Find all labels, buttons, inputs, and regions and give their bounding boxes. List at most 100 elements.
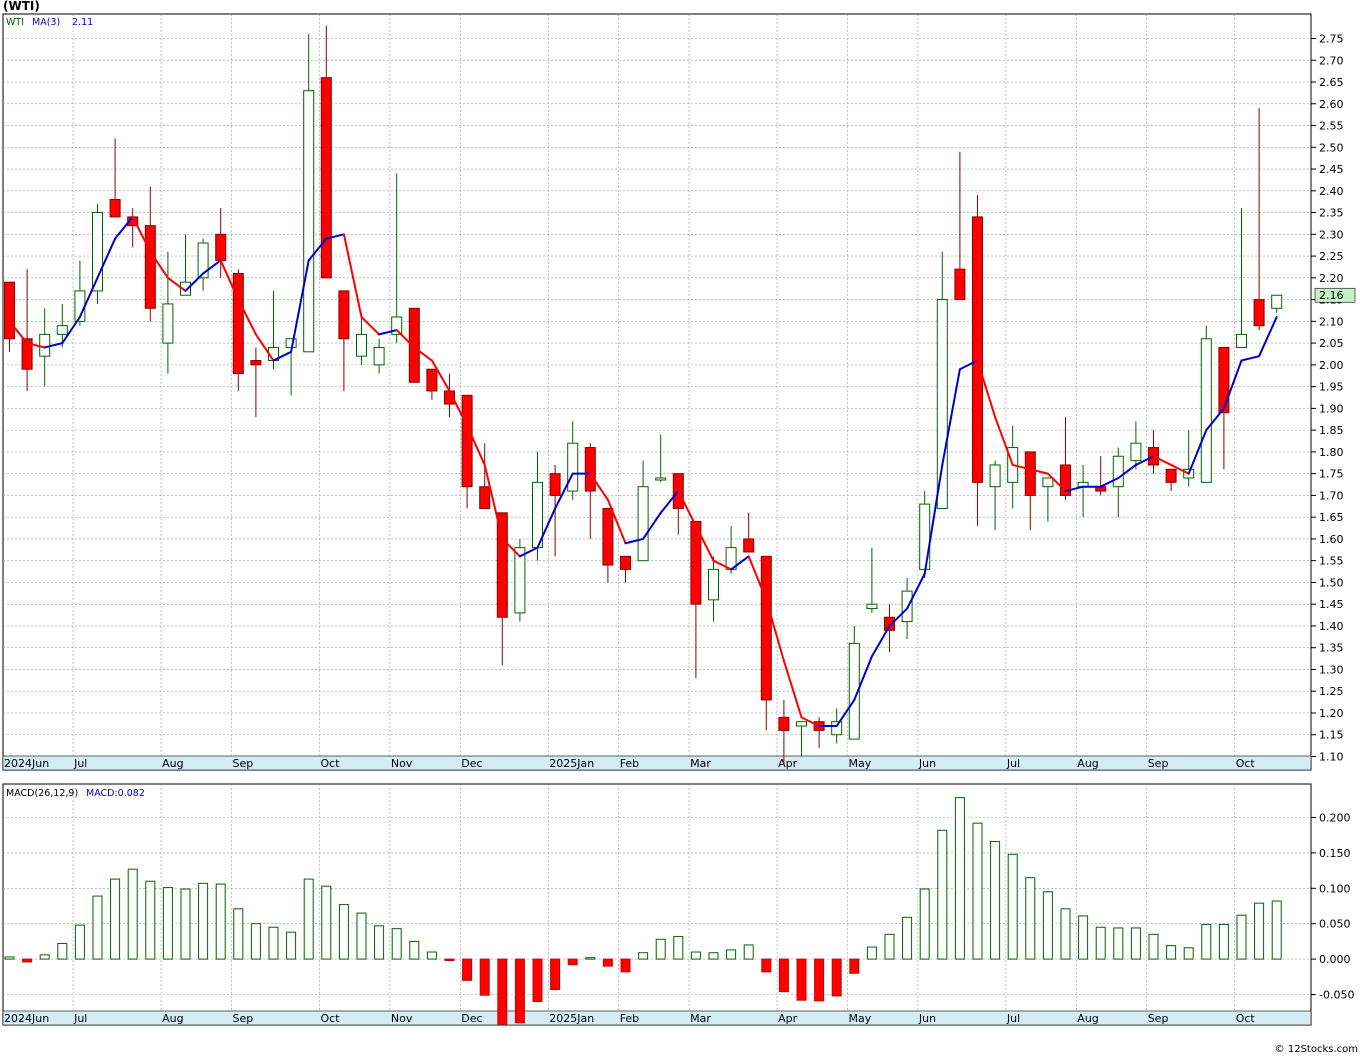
macd-bar [726,949,737,960]
candle-body [426,368,438,392]
macd-bar [1218,923,1229,960]
x-tick-label: Feb [620,1012,639,1025]
macd-bar [532,958,543,1003]
candle-body [602,507,614,566]
candle-body [4,281,15,340]
macd-bar [250,923,261,960]
candle-body [584,447,596,492]
candle-body [936,299,948,509]
candle-body [461,394,473,488]
price-tick-label: 1.55 [1319,555,1344,568]
macd-bar [743,944,754,960]
price-tick-label: 1.10 [1319,751,1344,764]
candle-body [285,338,297,348]
macd-bar [849,958,860,974]
x-tick-label: 2024Jun [4,757,49,770]
x-tick-label: Aug [1077,1012,1098,1025]
candle-body [162,303,174,344]
x-tick-label: Mar [690,1012,711,1025]
candle-body [1042,477,1054,488]
candle-body [760,555,772,701]
macd-bar [514,958,525,1024]
macd-bar [356,912,367,960]
x-tick-label: Oct [321,757,341,770]
x-tick-label: Jul [73,757,87,770]
x-tick-label: May [849,757,872,770]
x-tick-label: Sep [1148,1012,1169,1025]
price-x-axis-band [2,755,1312,771]
price-tick-label: 1.75 [1319,468,1344,481]
x-tick-label: Apr [778,757,798,770]
candle-body [1218,346,1230,414]
macd-bar [866,946,877,960]
macd-bar [127,868,138,960]
macd-bar [550,958,561,991]
macd-bar [690,951,701,960]
macd-tick-label: 0.200 [1319,812,1351,825]
price-tick-label: 2.65 [1319,76,1344,89]
macd-bar [567,958,578,966]
macd-bar [1148,933,1159,960]
macd-tick-label: 0.050 [1319,918,1351,931]
macd-bar [831,958,842,997]
macd-tick-label: 0.150 [1319,847,1351,860]
price-panel [2,13,1312,771]
x-tick-label: Apr [778,1012,798,1025]
macd-tick-label: -0.050 [1319,989,1354,1002]
x-tick-label: Feb [620,757,639,770]
candle-body [1253,299,1265,327]
candle-body [831,721,843,736]
macd-bar [585,957,596,960]
macd-legend-value: MACD:0.082 [86,788,145,799]
macd-bar [778,958,789,993]
macd-bar [990,841,1001,960]
legend-ma-label: MA(3) [32,17,60,28]
price-tick-label: 1.90 [1319,402,1344,415]
macd-bar [1078,915,1089,960]
x-tick-label: 2025Jan [549,757,594,770]
macd-bar [92,895,103,960]
candle-body [250,360,262,366]
price-tick-label: 1.50 [1319,576,1344,589]
candle-body [866,603,878,610]
x-tick-label: Oct [321,1012,341,1025]
macd-bar [426,951,437,960]
macd-bar [1201,923,1212,960]
legend-symbol: WTI [6,17,24,28]
candle-body [1024,451,1036,496]
macd-bar [919,888,930,960]
candle-body [989,464,1001,488]
candle-body [1200,338,1212,483]
macd-bar [602,958,613,967]
macd-bar [497,958,508,1025]
candle-body [972,216,983,483]
x-tick-label: 2025Jan [549,1012,594,1025]
macd-bar [1271,900,1282,960]
macd-bar [215,883,226,960]
macd-bar [22,958,33,963]
x-tick-label: Jun [918,1012,936,1025]
macd-bar [1007,853,1018,960]
price-tick-label: 1.40 [1319,620,1344,633]
candle-body [303,90,315,353]
x-tick-label: Mar [690,757,711,770]
macd-bar [1025,877,1036,960]
x-tick-label: Jul [1006,1012,1020,1025]
price-tick-label: 2.10 [1319,315,1344,328]
candle-body [479,486,491,509]
x-tick-label: May [849,1012,872,1025]
macd-bar [814,958,825,1002]
macd-x-axis-band [2,1010,1312,1026]
candle-body [356,333,367,357]
macd-bar [374,925,385,960]
candle-body [1165,468,1177,483]
macd-bar [1254,902,1265,960]
macd-tick-label: 0.000 [1319,953,1351,966]
price-tick-label: 1.65 [1319,511,1344,524]
price-tick-label: 1.60 [1319,533,1344,546]
candle-body [1112,455,1124,488]
x-tick-label: Nov [391,1012,413,1025]
macd-bar [74,924,85,960]
price-tick-label: 1.45 [1319,598,1344,611]
candle-body [620,555,631,570]
